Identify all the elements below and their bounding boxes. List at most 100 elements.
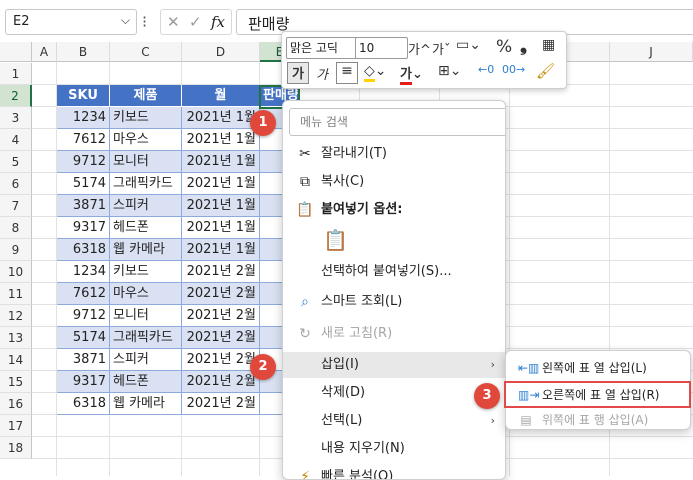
fill-color-icon[interactable]: ◇⌄ <box>364 63 387 82</box>
table-cell[interactable]: 헤드폰 <box>110 217 182 239</box>
align-center-icon[interactable]: ≡ <box>336 62 358 84</box>
table-cell[interactable]: 2021년 1월 <box>182 195 260 217</box>
table-cell[interactable]: 1234 <box>57 107 110 129</box>
row-header-8[interactable]: 8 <box>0 217 32 239</box>
table-cell[interactable]: 9317 <box>57 371 110 393</box>
table-cell[interactable]: 2021년 2월 <box>182 349 260 371</box>
table-cell[interactable]: 2021년 1월 <box>182 217 260 239</box>
row-header-2[interactable]: 2 <box>0 85 32 107</box>
table-cell[interactable]: 2021년 1월 <box>182 173 260 195</box>
table-cell[interactable]: 2021년 2월 <box>182 305 260 327</box>
column-header-c[interactable]: C <box>110 42 182 62</box>
table-cell[interactable]: 9317 <box>57 217 110 239</box>
table-cell[interactable]: 2021년 1월 <box>182 151 260 173</box>
row-header-6[interactable]: 6 <box>0 173 32 195</box>
table-cell[interactable]: 9712 <box>57 305 110 327</box>
increase-decimal-icon[interactable]: ←0 <box>478 63 494 76</box>
row-header-7[interactable]: 7 <box>0 195 32 217</box>
row-header-4[interactable]: 4 <box>0 129 32 151</box>
font-name-select[interactable]: 맑은 고딕 <box>286 37 357 59</box>
row-header-14[interactable]: 14 <box>0 349 32 371</box>
table-cell[interactable]: 6318 <box>57 393 110 415</box>
row-header-9[interactable]: 9 <box>0 239 32 261</box>
table-cell[interactable]: 그래픽카드 <box>110 327 182 349</box>
table-cell[interactable]: 스피커 <box>110 195 182 217</box>
borders-icon[interactable]: ⊞⌄ <box>438 63 461 79</box>
increase-font-icon[interactable]: 가^ <box>408 39 431 58</box>
table-cell[interactable]: 헤드폰 <box>110 371 182 393</box>
menu-item-quick-analysis[interactable]: ⚡ 빠른 분석(Q) <box>283 464 505 479</box>
table-header-cell[interactable]: 월 <box>182 85 260 107</box>
enter-icon[interactable]: ✓ <box>189 13 202 31</box>
row-header-15[interactable]: 15 <box>0 371 32 393</box>
select-all-corner[interactable] <box>0 42 32 62</box>
italic-icon[interactable]: 가 <box>316 64 328 83</box>
menu-item-smart-lookup[interactable]: ⌕ 스마트 조회(L) <box>283 289 505 315</box>
row-header-17[interactable]: 17 <box>0 415 32 437</box>
menu-item-insert[interactable]: 삽입(I) › <box>283 352 505 378</box>
table-cell[interactable]: 2021년 2월 <box>182 283 260 305</box>
table-cell[interactable]: 3871 <box>57 349 110 371</box>
table-cell[interactable]: 마우스 <box>110 129 182 151</box>
column-header-a[interactable]: A <box>32 42 57 62</box>
table-cell[interactable]: 그래픽카드 <box>110 173 182 195</box>
table-cell[interactable]: 2021년 1월 <box>182 107 260 129</box>
table-cell[interactable]: 2021년 2월 <box>182 327 260 349</box>
table-cell[interactable]: 2021년 2월 <box>182 371 260 393</box>
menu-item-copy[interactable]: ⧉ 복사(C) <box>283 169 505 195</box>
paste-button-icon[interactable]: 📋 <box>323 228 348 254</box>
chevron-down-icon[interactable]: ⌵ <box>121 13 130 28</box>
row-header-16[interactable]: 16 <box>0 393 32 415</box>
row-header-11[interactable]: 11 <box>0 283 32 305</box>
format-painter-icon[interactable]: 🖌 <box>536 62 555 80</box>
row-header-12[interactable]: 12 <box>0 305 32 327</box>
row-header-13[interactable]: 13 <box>0 327 32 349</box>
column-header-d[interactable]: D <box>182 42 260 62</box>
table-cell[interactable]: 모니터 <box>110 305 182 327</box>
table-cell[interactable]: 2021년 1월 <box>182 239 260 261</box>
menu-item-select[interactable]: 선택(L) › <box>283 408 505 434</box>
decrease-decimal-icon[interactable]: 00→ <box>502 63 525 76</box>
table-cell[interactable]: 2021년 2월 <box>182 393 260 415</box>
table-cell[interactable]: 2021년 1월 <box>182 129 260 151</box>
table-cell[interactable]: 2021년 2월 <box>182 261 260 283</box>
column-header-j[interactable]: J <box>610 42 693 62</box>
column-header-b[interactable]: B <box>57 42 110 62</box>
bold-icon[interactable]: 가 <box>287 62 309 84</box>
table-cell[interactable]: 키보드 <box>110 107 182 129</box>
table-cell[interactable]: 6318 <box>57 239 110 261</box>
name-box[interactable]: E2 ⌵ <box>5 9 137 35</box>
table-cell[interactable]: 5174 <box>57 327 110 349</box>
table-cell[interactable]: 7612 <box>57 283 110 305</box>
cancel-icon[interactable]: ✕ <box>167 13 180 31</box>
menu-item-paste-special[interactable]: 선택하여 붙여넣기(S)... <box>283 259 505 285</box>
table-cell[interactable]: 마우스 <box>110 283 182 305</box>
table-cell[interactable]: 웹 카메라 <box>110 239 182 261</box>
row-header-5[interactable]: 5 <box>0 151 32 173</box>
table-header-cell[interactable]: SKU <box>57 85 110 107</box>
table-cell[interactable]: 키보드 <box>110 261 182 283</box>
row-header-3[interactable]: 3 <box>0 107 32 129</box>
menu-search-input[interactable]: 메뉴 검색 <box>289 108 505 136</box>
currency-format-icon[interactable]: ▭⌄ <box>456 37 481 53</box>
table-cell[interactable]: 모니터 <box>110 151 182 173</box>
row-header-18[interactable]: 18 <box>0 437 32 459</box>
menu-item-cut[interactable]: ✂ 잘라내기(T) <box>283 141 505 167</box>
submenu-insert-column-left[interactable]: ⇤▥ 왼쪽에 표 열 삽입(L) <box>508 356 689 380</box>
menu-item-delete[interactable]: 삭제(D) <box>283 380 505 406</box>
format-cells-icon[interactable]: ▦ <box>542 37 555 53</box>
row-header-1[interactable]: 1 <box>0 63 32 85</box>
table-cell[interactable]: 3871 <box>57 195 110 217</box>
table-header-cell[interactable]: 제품 <box>110 85 182 107</box>
more-options-icon[interactable]: ⁝ <box>142 12 147 31</box>
table-cell[interactable]: 1234 <box>57 261 110 283</box>
table-cell[interactable]: 7612 <box>57 129 110 151</box>
decrease-font-icon[interactable]: 가ˇ <box>432 39 450 58</box>
table-cell[interactable]: 5174 <box>57 173 110 195</box>
font-color-icon[interactable]: 가⌄ <box>400 63 423 85</box>
table-cell[interactable]: 9712 <box>57 151 110 173</box>
percent-icon[interactable]: % <box>496 37 512 57</box>
table-cell[interactable]: 스피커 <box>110 349 182 371</box>
insert-function-icon[interactable]: fx <box>211 13 225 31</box>
font-size-select[interactable]: 10 <box>355 37 408 59</box>
